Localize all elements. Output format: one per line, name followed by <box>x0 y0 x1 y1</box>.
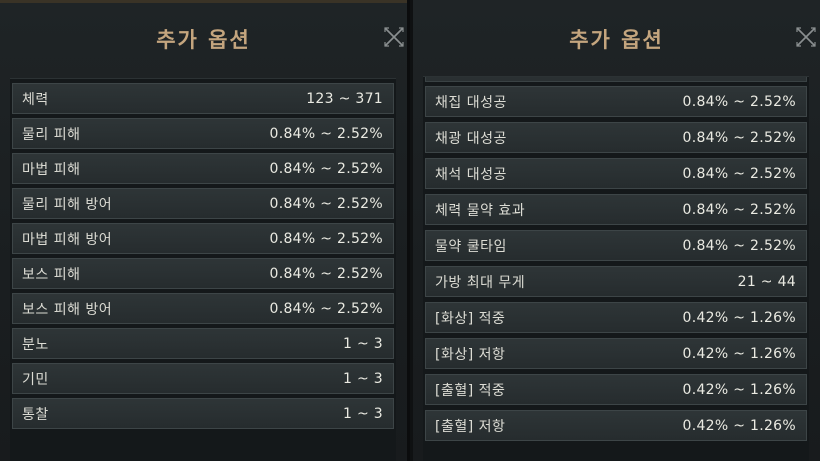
option-row: 보스 피해 방어 0.84% ~ 2.52% <box>12 293 394 324</box>
option-row: 분노 1 ~ 3 <box>12 328 394 359</box>
option-value: 0.84% ~ 2.52% <box>269 195 383 212</box>
option-row: 물리 피해 방어 0.84% ~ 2.52% <box>12 188 394 219</box>
option-label: 보스 피해 <box>22 266 81 283</box>
option-list[interactable]: 체력 123 ~ 371 물리 피해 0.84% ~ 2.52% 마법 피해 0.84% … <box>10 78 396 461</box>
option-row: 보스 피해 0.84% ~ 2.52% <box>12 258 394 289</box>
close-icon[interactable] <box>795 26 817 48</box>
scrolled-row-edge <box>425 77 807 82</box>
option-label: 기민 <box>22 371 49 388</box>
option-label: [화상] 적중 <box>435 310 506 327</box>
option-label: 체력 <box>22 91 49 108</box>
option-row: 마법 피해 0.84% ~ 2.52% <box>12 153 394 184</box>
option-row: [화상] 적중 0.42% ~ 1.26% <box>425 302 807 333</box>
option-label: [출혈] 적중 <box>435 382 506 399</box>
option-value: 123 ~ 371 <box>306 90 383 107</box>
option-value: 0.42% ~ 1.26% <box>682 309 796 326</box>
option-label: 보스 피해 방어 <box>22 301 113 318</box>
option-label: 채석 대성공 <box>435 166 507 183</box>
option-row: [출혈] 저항 0.42% ~ 1.26% <box>425 410 807 441</box>
option-label: 체력 물약 효과 <box>435 202 526 219</box>
option-row: 물리 피해 0.84% ~ 2.52% <box>12 118 394 149</box>
option-label: 마법 피해 <box>22 161 81 178</box>
option-row: 가방 최대 무게 21 ~ 44 <box>425 266 807 297</box>
option-value: 0.84% ~ 2.52% <box>269 125 383 142</box>
option-value: 21 ~ 44 <box>737 273 796 290</box>
option-value: 0.84% ~ 2.52% <box>682 201 796 218</box>
option-label: 채집 대성공 <box>435 94 507 111</box>
left-options-panel: 추가 옵션 체력 123 ~ 371 물리 피해 0.84% ~ 2.52% 마법 피해… <box>0 0 410 461</box>
screen: 추가 옵션 체력 123 ~ 371 물리 피해 0.84% ~ 2.52% 마법 피해… <box>0 0 820 461</box>
panel-title: 추가 옵션 <box>156 28 251 52</box>
option-label: 분노 <box>22 336 49 353</box>
option-list[interactable]: 채집 대성공 0.84% ~ 2.52% 채광 대성공 0.84% ~ 2.52% 채석… <box>423 76 809 461</box>
option-value: 1 ~ 3 <box>343 405 383 422</box>
option-label: 마법 피해 방어 <box>22 231 113 248</box>
option-row: 체력 물약 효과 0.84% ~ 2.52% <box>425 194 807 225</box>
option-row: 마법 피해 방어 0.84% ~ 2.52% <box>12 223 394 254</box>
option-value: 0.84% ~ 2.52% <box>269 160 383 177</box>
option-label: [화상] 저항 <box>435 346 506 363</box>
close-icon[interactable] <box>383 26 405 48</box>
option-row: 체력 123 ~ 371 <box>12 83 394 114</box>
option-value: 1 ~ 3 <box>343 370 383 387</box>
option-value: 0.42% ~ 1.26% <box>682 417 796 434</box>
option-value: 0.84% ~ 2.52% <box>682 237 796 254</box>
right-options-panel: 추가 옵션 채집 대성공 0.84% ~ 2.52% 채광 대성공 0.84% ~ 2… <box>413 0 820 461</box>
option-row: 채석 대성공 0.84% ~ 2.52% <box>425 158 807 189</box>
option-value: 0.84% ~ 2.52% <box>269 230 383 247</box>
option-value: 0.42% ~ 1.26% <box>682 345 796 362</box>
option-row: 채집 대성공 0.84% ~ 2.52% <box>425 86 807 117</box>
option-value: 0.84% ~ 2.52% <box>682 93 796 110</box>
option-label: 물리 피해 방어 <box>22 196 113 213</box>
option-row: 통찰 1 ~ 3 <box>12 398 394 429</box>
option-row: 물약 쿨타임 0.84% ~ 2.52% <box>425 230 807 261</box>
panel-title: 추가 옵션 <box>569 28 664 52</box>
option-row: [출혈] 적중 0.42% ~ 1.26% <box>425 374 807 405</box>
option-value: 1 ~ 3 <box>343 335 383 352</box>
option-value: 0.84% ~ 2.52% <box>269 265 383 282</box>
option-value: 0.84% ~ 2.52% <box>269 300 383 317</box>
option-label: 통찰 <box>22 406 49 423</box>
option-label: [출혈] 저항 <box>435 418 506 435</box>
option-label: 물리 피해 <box>22 126 81 143</box>
option-label: 가방 최대 무게 <box>435 274 526 291</box>
option-row: 기민 1 ~ 3 <box>12 363 394 394</box>
option-row: 채광 대성공 0.84% ~ 2.52% <box>425 122 807 153</box>
option-row: [화상] 저항 0.42% ~ 1.26% <box>425 338 807 369</box>
option-value: 0.84% ~ 2.52% <box>682 165 796 182</box>
option-label: 채광 대성공 <box>435 130 507 147</box>
option-value: 0.84% ~ 2.52% <box>682 129 796 146</box>
option-label: 물약 쿨타임 <box>435 238 507 255</box>
option-value: 0.42% ~ 1.26% <box>682 381 796 398</box>
